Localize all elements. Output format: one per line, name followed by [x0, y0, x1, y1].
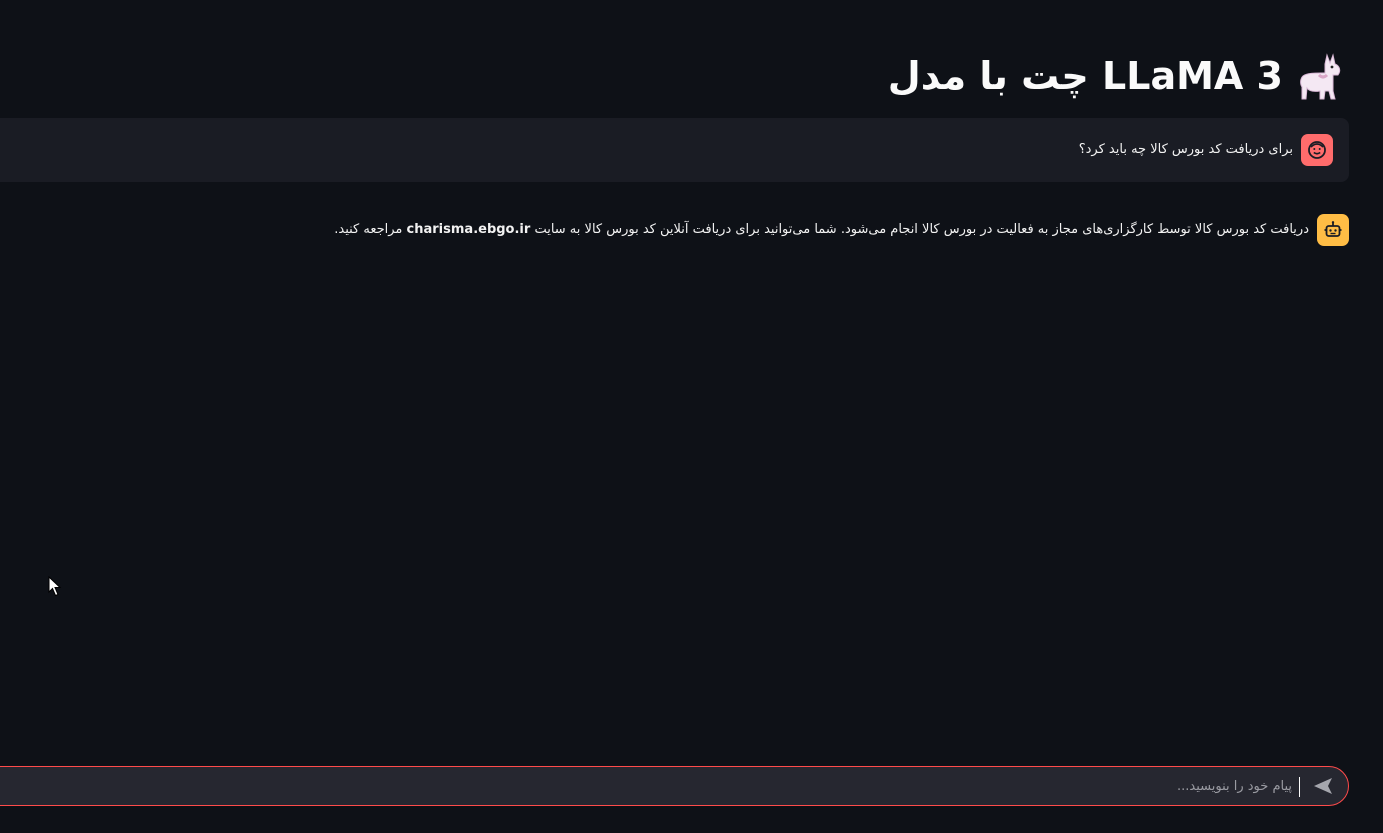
- chat-input-container: [0, 766, 1349, 806]
- face-icon: [1308, 141, 1326, 159]
- assistant-avatar: [1317, 214, 1349, 246]
- llama-icon: [1300, 53, 1341, 100]
- assistant-link[interactable]: charisma.ebgo.ir: [407, 222, 531, 237]
- assistant-text-part-1: دریافت کد بورس کالا توسط کارگزاری‌های مج…: [534, 222, 1309, 237]
- robot-icon: [1324, 221, 1342, 237]
- page-title-text: چت با مدل LLaMA 3: [887, 54, 1283, 98]
- assistant-message: دریافت کد بورس کالا توسط کارگزاری‌های مج…: [0, 214, 1349, 246]
- send-button[interactable]: [1308, 771, 1338, 801]
- assistant-text-part-2: مراجعه کنید.: [334, 222, 403, 237]
- user-message: برای دریافت کد بورس کالا چه باید کرد؟: [0, 118, 1349, 182]
- chat-page: چت با مدل LLaMA 3 برای دریافت کد بورس کا…: [0, 0, 1383, 833]
- user-message-text: برای دریافت کد بورس کالا چه باید کرد؟: [1078, 142, 1293, 157]
- text-caret: [1299, 777, 1300, 797]
- chat-input[interactable]: [0, 767, 1308, 805]
- user-avatar: [1301, 134, 1333, 166]
- page-title: چت با مدل LLaMA 3: [888, 46, 1343, 106]
- send-icon: [1314, 778, 1332, 794]
- mouse-cursor-icon: [48, 576, 62, 597]
- assistant-message-text: دریافت کد بورس کالا توسط کارگزاری‌های مج…: [334, 214, 1309, 246]
